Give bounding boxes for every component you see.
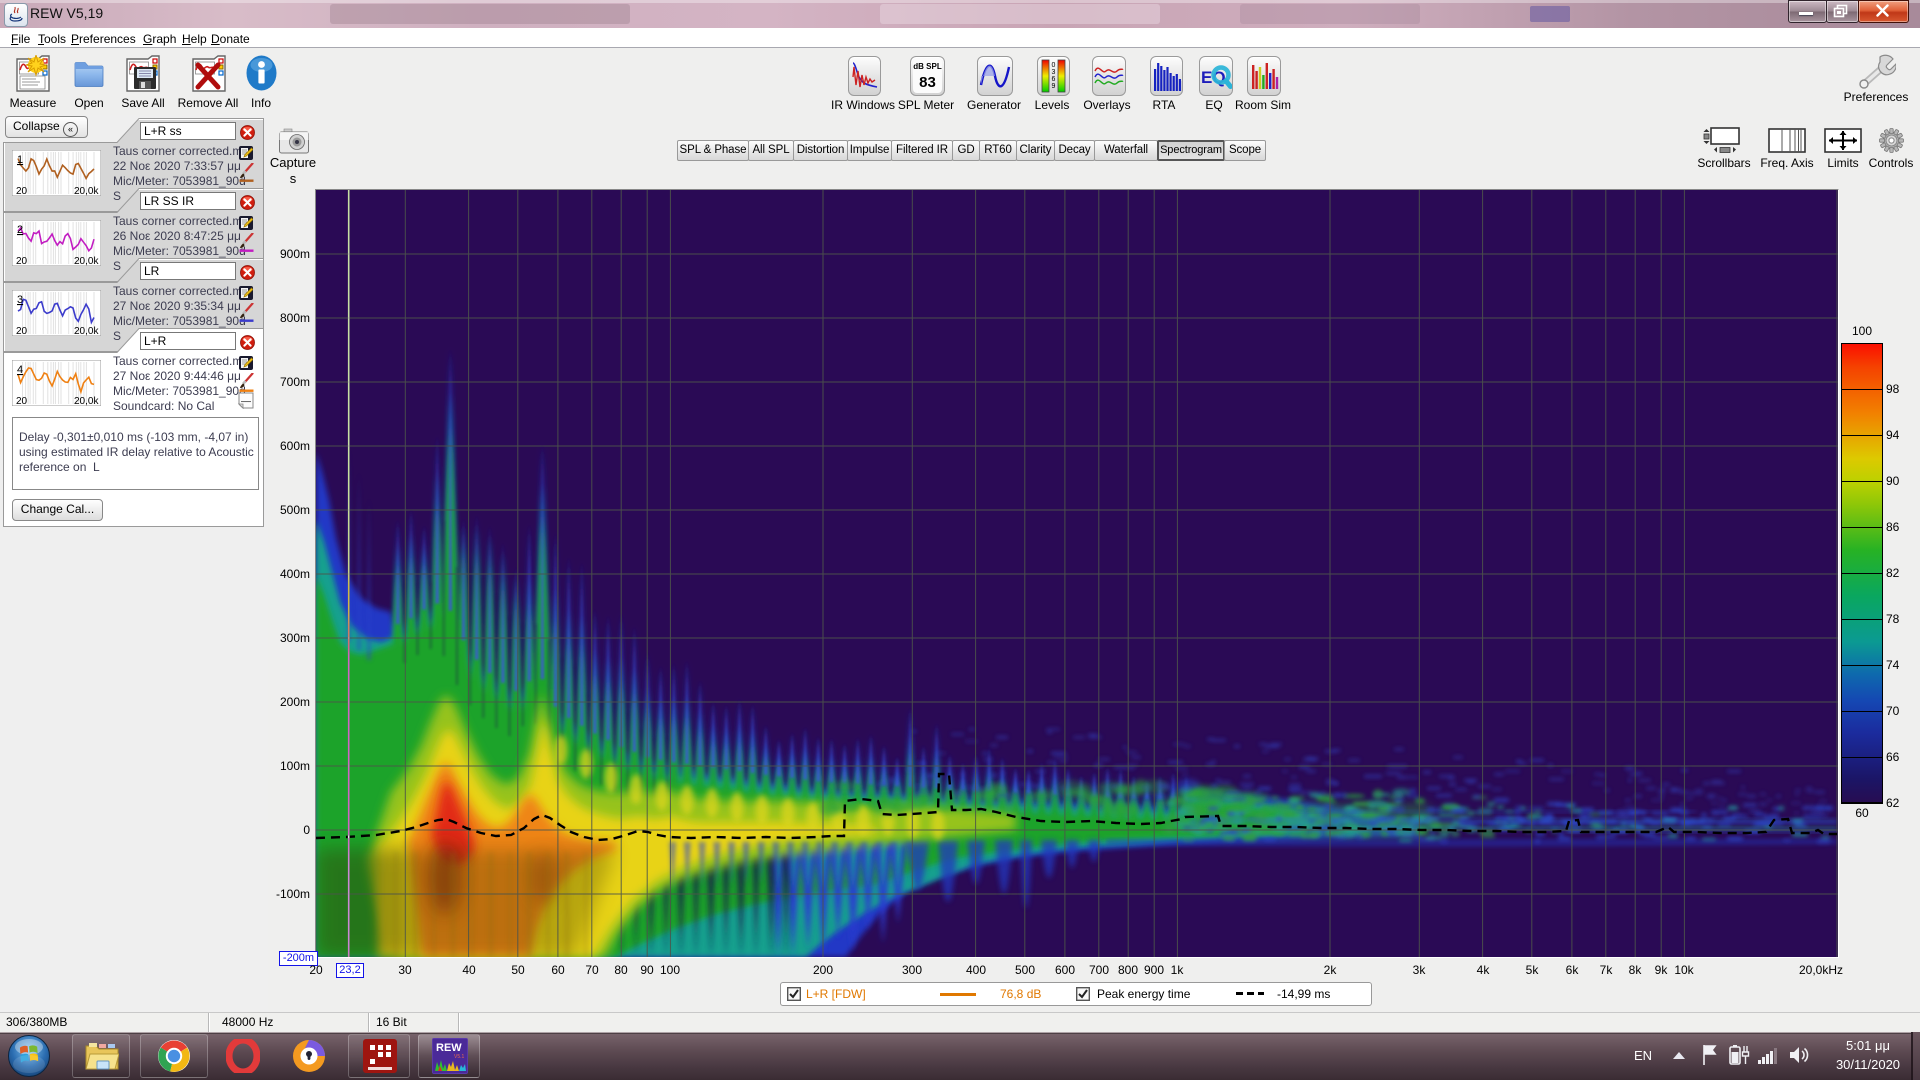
svg-text:0: 0 <box>1052 62 1056 69</box>
svg-text:20: 20 <box>16 396 28 406</box>
svg-text:3: 3 <box>17 294 23 306</box>
svg-text:V5.1: V5.1 <box>454 1054 465 1060</box>
svg-text:9: 9 <box>1052 83 1056 90</box>
svg-text:1: 1 <box>17 154 23 166</box>
svg-text:83: 83 <box>919 74 936 91</box>
svg-text:3: 3 <box>1052 69 1056 76</box>
svg-text:4: 4 <box>17 364 23 376</box>
svg-text:20,0k: 20,0k <box>74 396 99 406</box>
svg-text:2: 2 <box>17 224 23 236</box>
svg-text:dB SPL: dB SPL <box>913 62 942 71</box>
svg-text:6: 6 <box>1052 76 1056 83</box>
svg-text:REW: REW <box>436 1042 462 1054</box>
